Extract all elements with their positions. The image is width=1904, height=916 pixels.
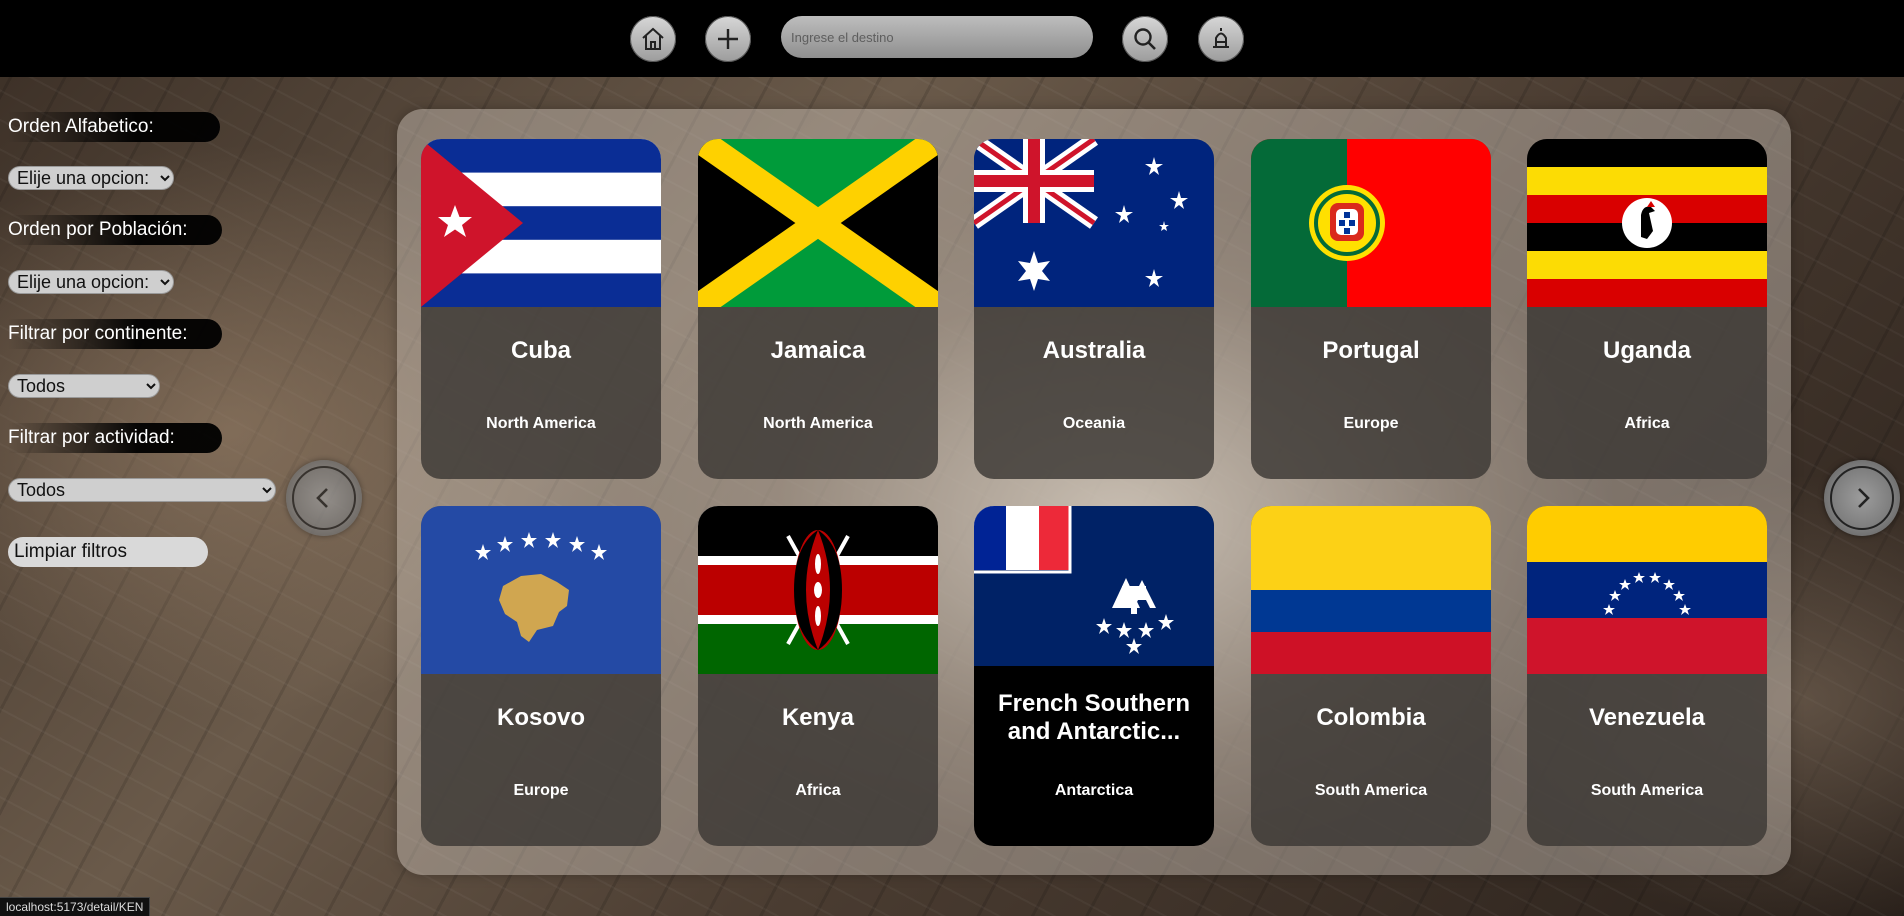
country-continent: Antarctica (1054, 782, 1134, 799)
previous-page-button[interactable] (286, 460, 362, 536)
country-continent: Europe (513, 782, 569, 799)
country-name: Portugal (1322, 337, 1420, 364)
continent-filter-select[interactable]: Todos (8, 374, 160, 398)
flag-kenya-icon (698, 506, 938, 674)
flag-kosovo-icon (421, 506, 661, 674)
country-name: Cuba (511, 337, 571, 364)
country-continent: South America (1590, 782, 1704, 799)
alpha-order-select[interactable]: Elije una opcion: (8, 166, 174, 190)
activity-filter-label: Filtrar por actividad: (8, 423, 222, 453)
country-continent: Oceania (1062, 415, 1126, 432)
flag-venezuela-icon (1527, 506, 1767, 674)
flag-portugal-icon (1251, 139, 1491, 307)
flag-cuba-icon (421, 139, 661, 307)
country-continent: Europe (1343, 415, 1399, 432)
chevron-right-icon (1858, 488, 1870, 508)
home-icon (642, 27, 664, 50)
activity-icon (1213, 28, 1229, 48)
country-continent: Africa (1624, 415, 1670, 432)
country-name: Australia (1042, 337, 1146, 364)
country-name: Jamaica (770, 337, 866, 364)
country-name: Colombia (1316, 704, 1426, 731)
clear-filters-button[interactable]: Limpiar filtros (8, 537, 208, 567)
population-order-label: Orden por Población: (8, 215, 222, 245)
country-card-jamaica[interactable]: Jamaica North America (698, 139, 938, 479)
continent-filter-label: Filtrar por continente: (8, 319, 222, 349)
home-button[interactable] (630, 16, 676, 62)
country-continent: North America (486, 415, 596, 432)
country-name: Uganda (1602, 337, 1691, 364)
alpha-order-label: Orden Alfabetico: (8, 112, 220, 142)
activities-button[interactable] (1198, 16, 1244, 62)
country-card-kosovo[interactable]: Kosovo Europe (421, 506, 661, 846)
country-card-portugal[interactable]: Portugal Europe (1251, 139, 1491, 479)
country-continent: Africa (795, 782, 841, 799)
search-input[interactable] (781, 16, 1093, 58)
country-card-cuba[interactable]: Cuba North America (421, 139, 661, 479)
activity-filter-select[interactable]: Todos (8, 478, 276, 502)
plus-icon (718, 29, 738, 49)
country-name: French Southern and Antarctic... (997, 690, 1190, 745)
country-card-uganda[interactable]: Uganda Africa (1527, 139, 1767, 479)
search-icon (1134, 28, 1156, 50)
flag-jamaica-icon (698, 139, 938, 307)
add-activity-button[interactable] (705, 16, 751, 62)
country-card-australia[interactable]: Australia Oceania (974, 139, 1214, 479)
browser-status-url: localhost:5173/detail/KEN (0, 897, 151, 916)
flag-australia-icon (974, 139, 1214, 307)
flag-uganda-icon (1527, 139, 1767, 307)
country-card-french-southern-lands[interactable]: French Southern and Antarctic... Antarct… (974, 506, 1214, 846)
country-name: Venezuela (1588, 704, 1706, 731)
next-page-button[interactable] (1824, 460, 1900, 536)
country-cards-panel: Cuba North America Jamaica North America (397, 109, 1791, 875)
country-card-kenya[interactable]: Kenya Africa (698, 506, 938, 846)
country-card-venezuela[interactable]: Venezuela South America (1527, 506, 1767, 846)
country-name: Kosovo (496, 704, 585, 731)
country-continent: North America (763, 415, 873, 432)
chevron-left-icon (316, 488, 328, 508)
flag-french-southern-icon (974, 506, 1214, 666)
country-name: Kenya (781, 704, 855, 731)
country-continent: South America (1314, 782, 1428, 799)
population-order-select[interactable]: Elije una opcion: (8, 270, 174, 294)
search-button[interactable] (1122, 16, 1168, 62)
country-card-colombia[interactable]: Colombia South America (1251, 506, 1491, 846)
top-navbar (0, 0, 1904, 77)
flag-colombia-icon (1251, 506, 1491, 674)
